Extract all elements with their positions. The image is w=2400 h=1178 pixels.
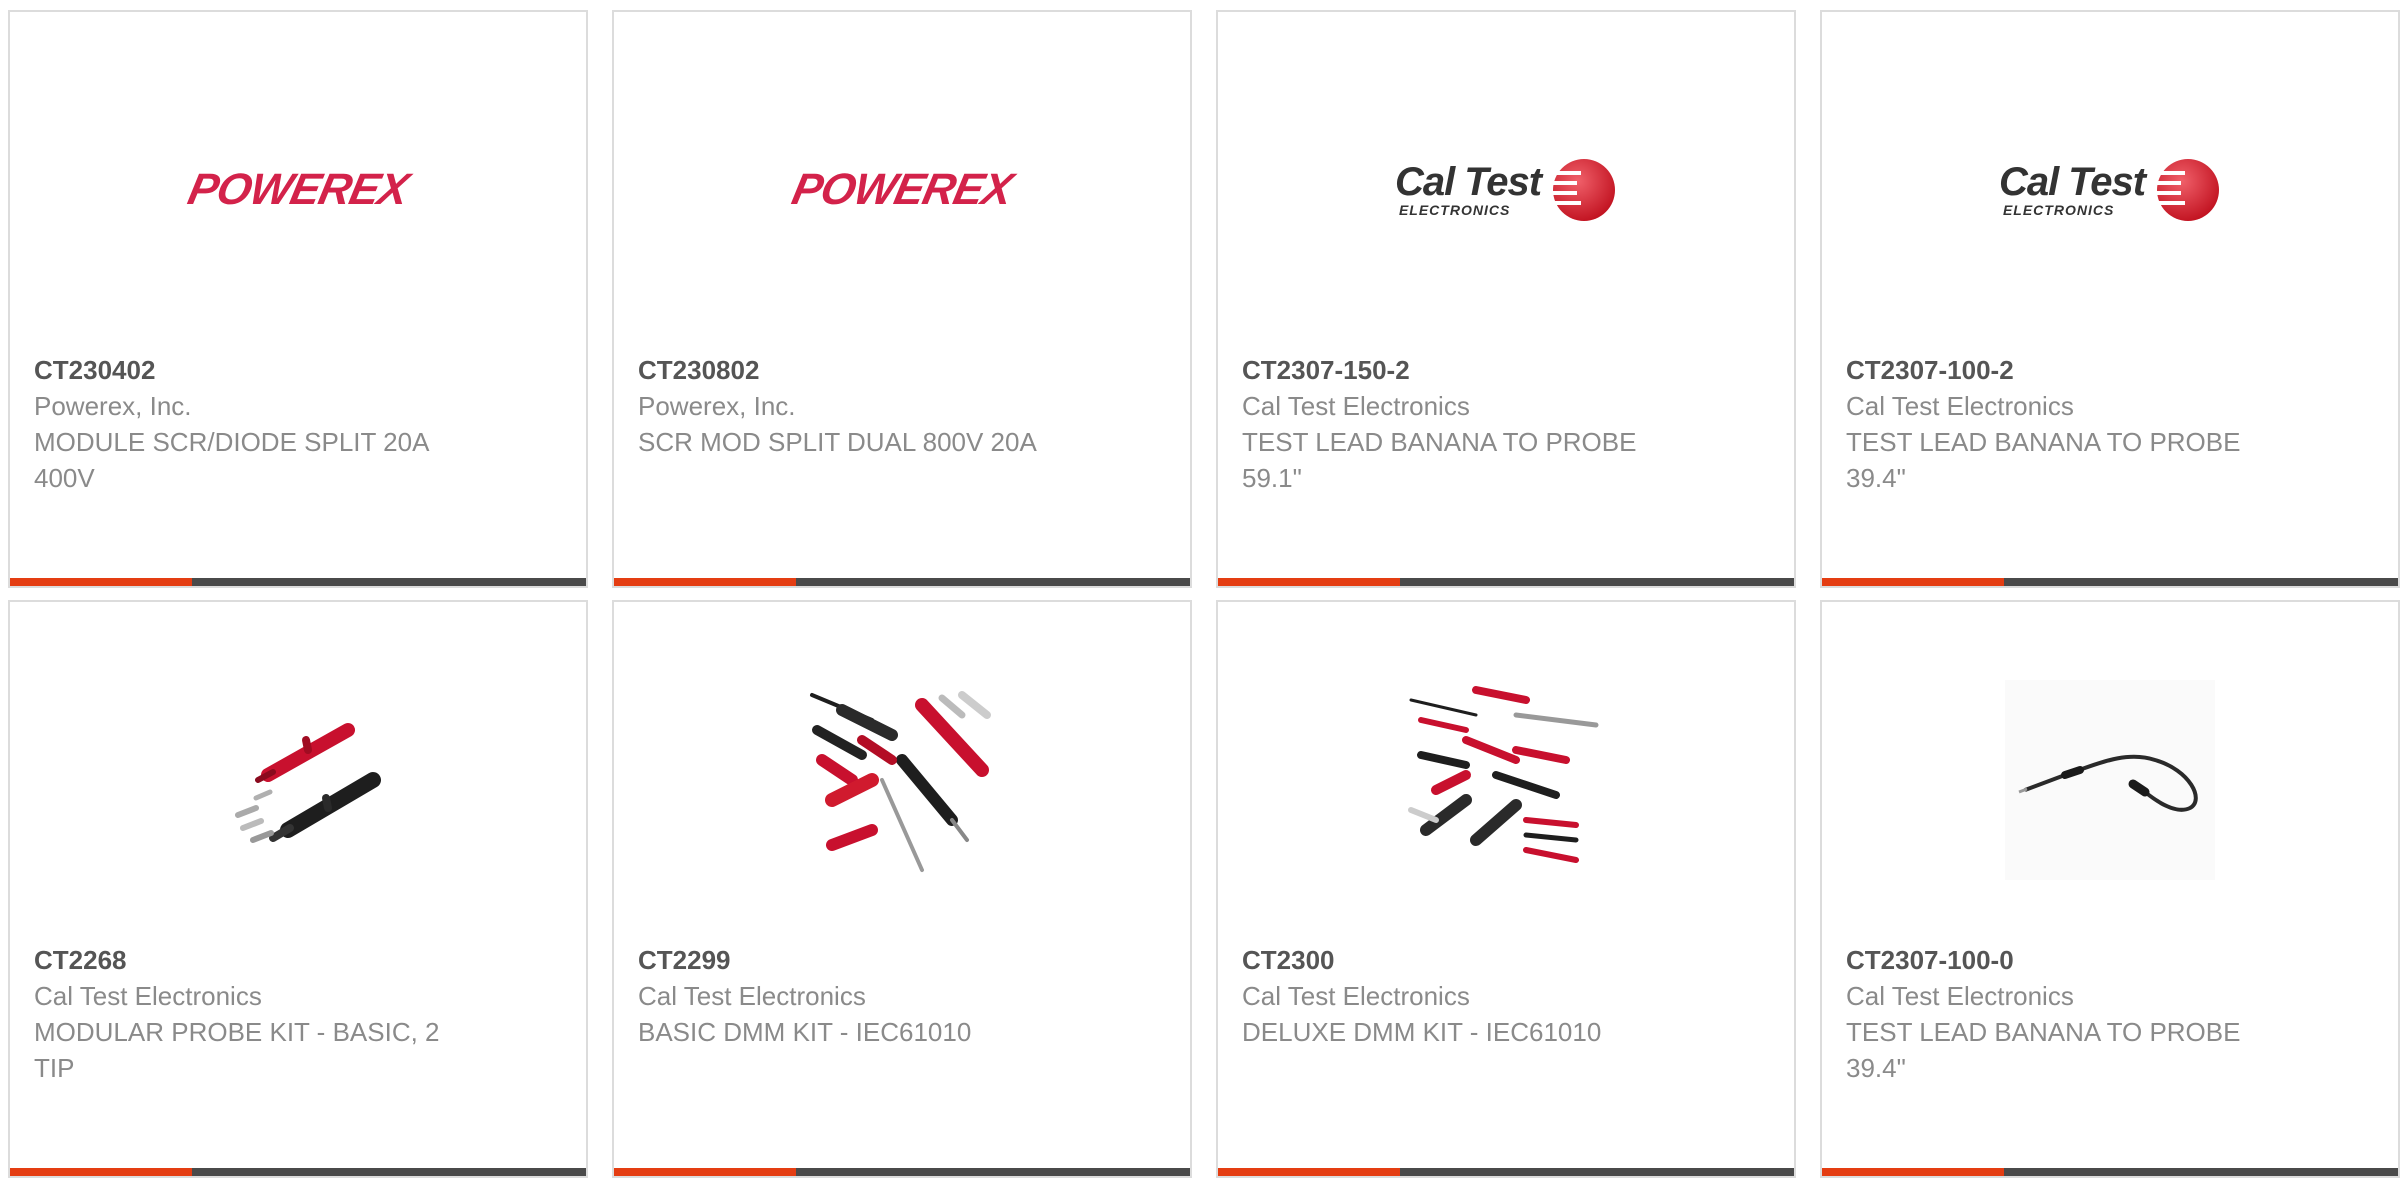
description: SCR MOD SPLIT DUAL 800V 20A <box>638 427 1037 457</box>
card-accent-bar <box>614 1168 796 1176</box>
card-accent-bar <box>614 578 796 586</box>
manufacturer: Cal Test Electronics <box>1242 981 1470 1011</box>
card-accent-bar <box>10 1168 192 1176</box>
product-image[interactable]: POWEREX <box>614 74 1190 306</box>
caltest-sphere-icon <box>1547 159 1616 221</box>
product-card[interactable]: Cal Test ELECTRONICS <box>1216 10 1796 588</box>
product-grid: POWEREX CT230402 Powerex, Inc. MODULE SC… <box>8 10 2400 1178</box>
manufacturer: Cal Test Electronics <box>638 981 866 1011</box>
part-number[interactable]: CT2299 <box>638 942 1078 978</box>
caltest-logo-icon: Cal Test ELECTRONICS <box>1999 157 2221 223</box>
card-accent-bar <box>1822 578 2004 586</box>
caltest-sphere-icon <box>2151 159 2220 221</box>
caltest-logo-subtext: ELECTRONICS <box>2002 202 2115 218</box>
manufacturer: Cal Test Electronics <box>1846 391 2074 421</box>
product-image[interactable]: Cal Test ELECTRONICS <box>1822 74 2398 306</box>
product-image[interactable] <box>10 664 586 896</box>
description: DELUXE DMM KIT - IEC61010 <box>1242 1017 1602 1047</box>
product-info: CT2268 Cal Test Electronics MODULAR PROB… <box>34 942 474 1086</box>
card-accent-bar <box>10 578 192 586</box>
product-info: CT230802 Powerex, Inc. SCR MOD SPLIT DUA… <box>638 352 1078 460</box>
card-footer-bar <box>1218 578 1794 586</box>
card-footer-bar <box>10 1168 586 1176</box>
manufacturer: Cal Test Electronics <box>34 981 262 1011</box>
card-accent-bar <box>1822 1168 2004 1176</box>
caltest-logo-text: Cal Test <box>1998 160 2146 204</box>
manufacturer: Powerex, Inc. <box>34 391 192 421</box>
product-card[interactable]: CT2268 Cal Test Electronics MODULAR PROB… <box>8 600 588 1178</box>
part-number[interactable]: CT230402 <box>34 352 474 388</box>
product-image[interactable] <box>1218 664 1794 896</box>
powerex-logo-icon: POWEREX <box>183 165 413 214</box>
test-lead-photo-icon <box>2005 680 2215 880</box>
part-number[interactable]: CT2307-100-2 <box>1846 352 2286 388</box>
card-footer-bar <box>614 578 1190 586</box>
product-info: CT230402 Powerex, Inc. MODULE SCR/DIODE … <box>34 352 474 496</box>
product-card[interactable]: CT2307-100-0 Cal Test Electronics TEST L… <box>1820 600 2400 1178</box>
product-card[interactable]: CT2299 Cal Test Electronics BASIC DMM KI… <box>612 600 1192 1178</box>
card-footer-bar <box>1218 1168 1794 1176</box>
dmm-kit-photo-icon <box>810 691 991 872</box>
product-card[interactable]: POWEREX CT230802 Powerex, Inc. SCR MOD S… <box>612 10 1192 588</box>
powerex-logo-icon: POWEREX <box>787 165 1017 214</box>
probe-kit-photo-icon <box>235 723 381 843</box>
description: BASIC DMM KIT - IEC61010 <box>638 1017 972 1047</box>
product-image[interactable] <box>1822 664 2398 896</box>
part-number[interactable]: CT2307-150-2 <box>1242 352 1682 388</box>
product-card[interactable]: CT2300 Cal Test Electronics DELUXE DMM K… <box>1216 600 1796 1178</box>
description: TEST LEAD BANANA TO PROBE 39.4" <box>1846 1017 2241 1083</box>
part-number[interactable]: CT2300 <box>1242 942 1682 978</box>
manufacturer: Powerex, Inc. <box>638 391 796 421</box>
product-card[interactable]: POWEREX CT230402 Powerex, Inc. MODULE SC… <box>8 10 588 588</box>
card-footer-bar <box>10 578 586 586</box>
product-info: CT2307-150-2 Cal Test Electronics TEST L… <box>1242 352 1682 496</box>
product-info: CT2307-100-0 Cal Test Electronics TEST L… <box>1846 942 2286 1086</box>
product-card[interactable]: Cal Test ELECTRONICS <box>1820 10 2400 588</box>
product-image[interactable]: Cal Test ELECTRONICS <box>1218 74 1794 306</box>
description: MODULE SCR/DIODE SPLIT 20A 400V <box>34 427 428 493</box>
product-image[interactable]: POWEREX <box>10 74 586 306</box>
card-accent-bar <box>1218 578 1400 586</box>
manufacturer: Cal Test Electronics <box>1846 981 2074 1011</box>
product-image[interactable] <box>614 664 1190 896</box>
card-footer-bar <box>1822 1168 2398 1176</box>
description: MODULAR PROBE KIT - BASIC, 2 TIP <box>34 1017 440 1083</box>
product-info: CT2300 Cal Test Electronics DELUXE DMM K… <box>1242 942 1682 1050</box>
product-info: CT2307-100-2 Cal Test Electronics TEST L… <box>1846 352 2286 496</box>
deluxe-dmm-kit-photo-icon <box>1408 686 1599 863</box>
product-info: CT2299 Cal Test Electronics BASIC DMM KI… <box>638 942 1078 1050</box>
part-number[interactable]: CT230802 <box>638 352 1078 388</box>
manufacturer: Cal Test Electronics <box>1242 391 1470 421</box>
caltest-logo-text: Cal Test <box>1394 160 1542 204</box>
part-number[interactable]: CT2268 <box>34 942 474 978</box>
caltest-logo-icon: Cal Test ELECTRONICS <box>1395 157 1617 223</box>
card-footer-bar <box>614 1168 1190 1176</box>
card-accent-bar <box>1218 1168 1400 1176</box>
caltest-logo-subtext: ELECTRONICS <box>1398 202 1511 218</box>
card-footer-bar <box>1822 578 2398 586</box>
description: TEST LEAD BANANA TO PROBE 39.4" <box>1846 427 2241 493</box>
description: TEST LEAD BANANA TO PROBE 59.1" <box>1242 427 1637 493</box>
part-number[interactable]: CT2307-100-0 <box>1846 942 2286 978</box>
